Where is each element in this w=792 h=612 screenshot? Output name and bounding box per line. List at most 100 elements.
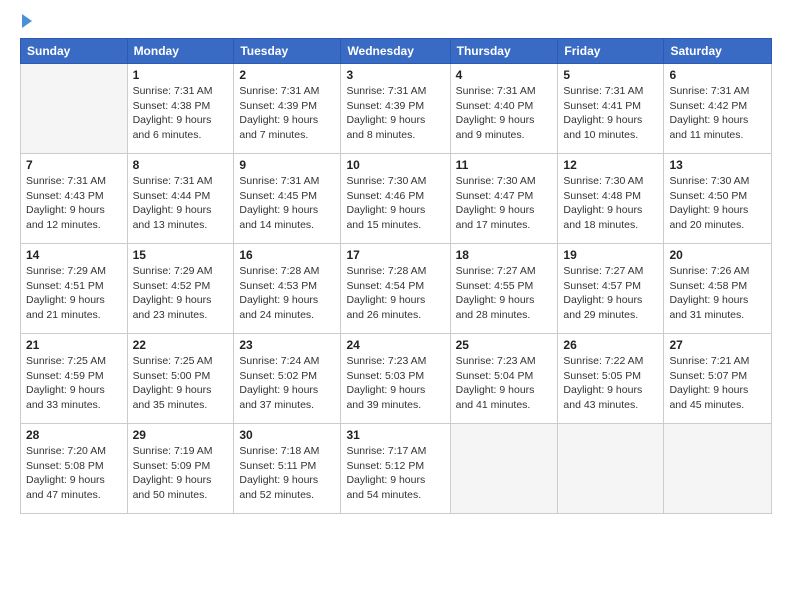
calendar-cell: 19 Sunrise: 7:27 AM Sunset: 4:57 PM Dayli… (558, 244, 664, 334)
day-number: 4 (456, 68, 553, 82)
logo-arrow-icon (22, 14, 32, 28)
day-info: Sunrise: 7:19 AM Sunset: 5:09 PM Dayligh… (133, 444, 229, 503)
day-info: Sunrise: 7:25 AM Sunset: 5:00 PM Dayligh… (133, 354, 229, 413)
calendar-cell: 20 Sunrise: 7:26 AM Sunset: 4:58 PM Dayli… (664, 244, 772, 334)
day-info: Sunrise: 7:23 AM Sunset: 5:04 PM Dayligh… (456, 354, 553, 413)
calendar-cell: 16 Sunrise: 7:28 AM Sunset: 4:53 PM Dayli… (234, 244, 341, 334)
calendar-cell: 2Sunrise: 7:31 AM Sunset: 4:39 PM Daylig… (234, 64, 341, 154)
calendar-week-row: 21 Sunrise: 7:25 AM Sunset: 4:59 PM Dayli… (21, 334, 772, 424)
calendar-cell: 17 Sunrise: 7:28 AM Sunset: 4:54 PM Dayli… (341, 244, 450, 334)
calendar-cell: 30Sunrise: 7:18 AM Sunset: 5:11 PM Dayli… (234, 424, 341, 514)
calendar-cell: 14 Sunrise: 7:29 AM Sunset: 4:51 PM Dayli… (21, 244, 128, 334)
page: SundayMondayTuesdayWednesdayThursdayFrid… (0, 0, 792, 612)
day-number: 18 (456, 248, 553, 262)
day-number: 16 (239, 248, 335, 262)
day-info: Sunrise: 7:31 AM Sunset: 4:40 PM Dayligh… (456, 84, 553, 143)
calendar-week-row: 1 Sunrise: 7:31 AM Sunset: 4:38 PM Daylig… (21, 64, 772, 154)
header (20, 16, 772, 28)
calendar-cell: 26Sunrise: 7:22 AM Sunset: 5:05 PM Dayli… (558, 334, 664, 424)
calendar-cell: 15 Sunrise: 7:29 AM Sunset: 4:52 PM Dayli… (127, 244, 234, 334)
day-number: 31 (346, 428, 444, 442)
day-number: 1 (133, 68, 229, 82)
calendar-cell: 9 Sunrise: 7:31 AM Sunset: 4:45 PM Daylig… (234, 154, 341, 244)
calendar-header-row: SundayMondayTuesdayWednesdayThursdayFrid… (21, 39, 772, 64)
calendar-cell: 27Sunrise: 7:21 AM Sunset: 5:07 PM Dayli… (664, 334, 772, 424)
calendar-cell: 6Sunrise: 7:31 AM Sunset: 4:42 PM Daylig… (664, 64, 772, 154)
calendar-cell: 1 Sunrise: 7:31 AM Sunset: 4:38 PM Daylig… (127, 64, 234, 154)
calendar-cell: 7 Sunrise: 7:31 AM Sunset: 4:43 PM Daylig… (21, 154, 128, 244)
day-number: 14 (26, 248, 122, 262)
calendar-cell: 5Sunrise: 7:31 AM Sunset: 4:41 PM Daylig… (558, 64, 664, 154)
weekday-header: Saturday (664, 39, 772, 64)
day-info: Sunrise: 7:23 AM Sunset: 5:03 PM Dayligh… (346, 354, 444, 413)
weekday-header: Wednesday (341, 39, 450, 64)
day-number: 21 (26, 338, 122, 352)
day-info: Sunrise: 7:31 AM Sunset: 4:41 PM Dayligh… (563, 84, 658, 143)
day-info: Sunrise: 7:29 AM Sunset: 4:52 PM Dayligh… (133, 264, 229, 323)
calendar-week-row: 7 Sunrise: 7:31 AM Sunset: 4:43 PM Daylig… (21, 154, 772, 244)
day-number: 24 (346, 338, 444, 352)
calendar-cell: 3 Sunrise: 7:31 AM Sunset: 4:39 PM Daylig… (341, 64, 450, 154)
day-number: 28 (26, 428, 122, 442)
day-info: Sunrise: 7:31 AM Sunset: 4:44 PM Dayligh… (133, 174, 229, 233)
calendar-cell: 22 Sunrise: 7:25 AM Sunset: 5:00 PM Dayli… (127, 334, 234, 424)
day-info: Sunrise: 7:24 AM Sunset: 5:02 PM Dayligh… (239, 354, 335, 413)
day-number: 30 (239, 428, 335, 442)
day-info: Sunrise: 7:27 AM Sunset: 4:57 PM Dayligh… (563, 264, 658, 323)
calendar-cell (558, 424, 664, 514)
calendar-cell: 4 Sunrise: 7:31 AM Sunset: 4:40 PM Daylig… (450, 64, 558, 154)
day-info: Sunrise: 7:20 AM Sunset: 5:08 PM Dayligh… (26, 444, 122, 503)
day-info: Sunrise: 7:26 AM Sunset: 4:58 PM Dayligh… (669, 264, 766, 323)
calendar-cell: 24 Sunrise: 7:23 AM Sunset: 5:03 PM Dayli… (341, 334, 450, 424)
calendar-week-row: 28 Sunrise: 7:20 AM Sunset: 5:08 PM Dayli… (21, 424, 772, 514)
calendar-cell: 31 Sunrise: 7:17 AM Sunset: 5:12 PM Dayli… (341, 424, 450, 514)
day-number: 10 (346, 158, 444, 172)
day-info: Sunrise: 7:31 AM Sunset: 4:45 PM Dayligh… (239, 174, 335, 233)
calendar-cell: 12Sunrise: 7:30 AM Sunset: 4:48 PM Dayli… (558, 154, 664, 244)
weekday-header: Monday (127, 39, 234, 64)
day-number: 15 (133, 248, 229, 262)
day-number: 23 (239, 338, 335, 352)
weekday-header: Sunday (21, 39, 128, 64)
day-number: 17 (346, 248, 444, 262)
calendar-cell: 23 Sunrise: 7:24 AM Sunset: 5:02 PM Dayli… (234, 334, 341, 424)
day-info: Sunrise: 7:31 AM Sunset: 4:38 PM Dayligh… (133, 84, 229, 143)
calendar-cell (450, 424, 558, 514)
day-info: Sunrise: 7:30 AM Sunset: 4:46 PM Dayligh… (346, 174, 444, 233)
calendar-cell: 25 Sunrise: 7:23 AM Sunset: 5:04 PM Dayli… (450, 334, 558, 424)
day-number: 9 (239, 158, 335, 172)
day-number: 22 (133, 338, 229, 352)
day-info: Sunrise: 7:31 AM Sunset: 4:42 PM Dayligh… (669, 84, 766, 143)
calendar-cell: 8 Sunrise: 7:31 AM Sunset: 4:44 PM Daylig… (127, 154, 234, 244)
day-info: Sunrise: 7:28 AM Sunset: 4:53 PM Dayligh… (239, 264, 335, 323)
day-number: 8 (133, 158, 229, 172)
day-number: 29 (133, 428, 229, 442)
day-info: Sunrise: 7:25 AM Sunset: 4:59 PM Dayligh… (26, 354, 122, 413)
day-number: 7 (26, 158, 122, 172)
day-number: 12 (563, 158, 658, 172)
day-info: Sunrise: 7:29 AM Sunset: 4:51 PM Dayligh… (26, 264, 122, 323)
calendar-cell: 11Sunrise: 7:30 AM Sunset: 4:47 PM Dayli… (450, 154, 558, 244)
calendar-week-row: 14 Sunrise: 7:29 AM Sunset: 4:51 PM Dayli… (21, 244, 772, 334)
calendar-cell: 10 Sunrise: 7:30 AM Sunset: 4:46 PM Dayli… (341, 154, 450, 244)
weekday-header: Thursday (450, 39, 558, 64)
calendar-cell: 21 Sunrise: 7:25 AM Sunset: 4:59 PM Dayli… (21, 334, 128, 424)
calendar-cell (664, 424, 772, 514)
weekday-header: Tuesday (234, 39, 341, 64)
day-number: 26 (563, 338, 658, 352)
calendar-cell: 28 Sunrise: 7:20 AM Sunset: 5:08 PM Dayli… (21, 424, 128, 514)
day-info: Sunrise: 7:28 AM Sunset: 4:54 PM Dayligh… (346, 264, 444, 323)
day-info: Sunrise: 7:31 AM Sunset: 4:43 PM Dayligh… (26, 174, 122, 233)
calendar-cell (21, 64, 128, 154)
day-info: Sunrise: 7:17 AM Sunset: 5:12 PM Dayligh… (346, 444, 444, 503)
calendar-table: SundayMondayTuesdayWednesdayThursdayFrid… (20, 38, 772, 514)
day-info: Sunrise: 7:30 AM Sunset: 4:50 PM Dayligh… (669, 174, 766, 233)
day-number: 25 (456, 338, 553, 352)
day-number: 3 (346, 68, 444, 82)
day-info: Sunrise: 7:31 AM Sunset: 4:39 PM Dayligh… (346, 84, 444, 143)
day-number: 2 (239, 68, 335, 82)
day-number: 19 (563, 248, 658, 262)
logo (20, 16, 32, 28)
day-number: 20 (669, 248, 766, 262)
day-info: Sunrise: 7:21 AM Sunset: 5:07 PM Dayligh… (669, 354, 766, 413)
